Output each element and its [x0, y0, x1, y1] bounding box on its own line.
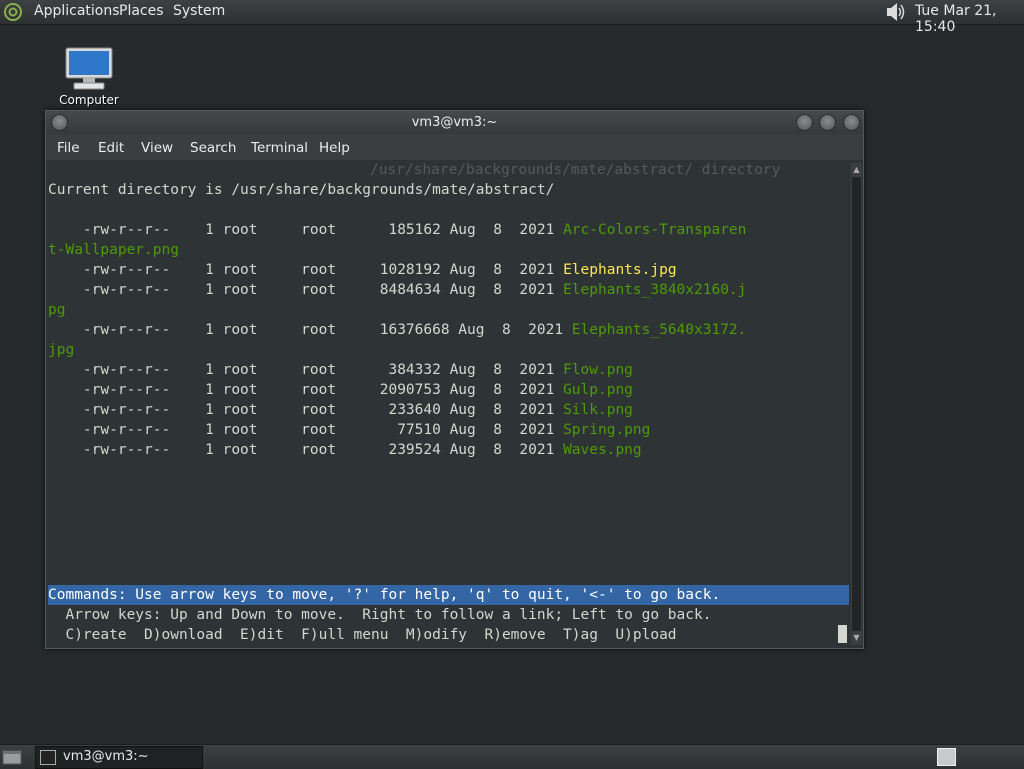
computer-label: Computer	[59, 93, 119, 107]
clock[interactable]: Tue Mar 21, 15:40	[915, 3, 1024, 35]
file-name-wrap[interactable]: pg	[48, 300, 65, 320]
menu-terminal[interactable]: Terminal	[251, 140, 308, 156]
file-name[interactable]: Spring.png	[563, 422, 650, 438]
minimize-button[interactable]	[796, 114, 813, 131]
computer-icon	[65, 47, 113, 90]
file-name[interactable]: Gulp.png	[563, 382, 633, 398]
file-attributes: -rw-r--r-- 1 root root 16376668 Aug 8 20…	[48, 322, 572, 338]
file-row[interactable]: -rw-r--r-- 1 root root 8484634 Aug 8 202…	[48, 280, 746, 300]
file-name-wrap[interactable]: t-Wallpaper.png	[48, 240, 179, 260]
menu-help[interactable]: Help	[319, 140, 350, 156]
file-name[interactable]: Waves.png	[563, 442, 642, 458]
menu-search[interactable]: Search	[190, 140, 236, 156]
file-name[interactable]: Elephants.jpg	[563, 262, 677, 278]
menu-system[interactable]: System	[173, 3, 225, 19]
current-directory-line: Current directory is /usr/share/backgrou…	[48, 182, 555, 198]
desktop-computer-icon[interactable]: Computer	[56, 46, 122, 110]
mate-logo-icon[interactable]	[4, 3, 22, 21]
show-desktop-icon[interactable]	[2, 748, 22, 766]
file-row[interactable]: -rw-r--r-- 1 root root 239524 Aug 8 2021…	[48, 440, 642, 460]
file-name[interactable]: Flow.png	[563, 362, 633, 378]
file-row[interactable]: -rw-r--r-- 1 root root 1028192 Aug 8 202…	[48, 260, 677, 280]
workspace-switcher[interactable]	[937, 748, 956, 766]
file-row[interactable]: -rw-r--r-- 1 root root 384332 Aug 8 2021…	[48, 360, 633, 380]
file-row[interactable]: -rw-r--r-- 1 root root 16376668 Aug 8 20…	[48, 320, 747, 340]
window-titlebar[interactable]: vm3@vm3:~	[46, 111, 863, 134]
file-attributes: -rw-r--r-- 1 root root 2090753 Aug 8 202…	[48, 382, 564, 398]
commands-bar: Commands: Use arrow keys to move, '?' fo…	[48, 585, 849, 605]
menu-edit[interactable]: Edit	[98, 140, 124, 156]
taskbar-terminal-button[interactable]: vm3@vm3:~	[35, 746, 203, 769]
file-name[interactable]: Elephants_3840x2160.j	[563, 282, 746, 298]
volume-icon[interactable]	[884, 2, 906, 22]
bottom-panel: vm3@vm3:~	[0, 744, 1024, 769]
file-attributes: -rw-r--r-- 1 root root 233640 Aug 8 2021	[48, 402, 564, 418]
file-row[interactable]: -rw-r--r-- 1 root root 2090753 Aug 8 202…	[48, 380, 633, 400]
menubar: File Edit View Search Terminal Help	[46, 134, 863, 160]
terminal-cursor	[838, 625, 847, 643]
window-title: vm3@vm3:~	[411, 115, 498, 130]
scroll-up-icon[interactable]: ▲	[851, 164, 862, 176]
file-row[interactable]: -rw-r--r-- 1 root root 185162 Aug 8 2021…	[48, 220, 746, 240]
ghost-line: /usr/share/backgrounds/mate/abstract/ di…	[370, 163, 781, 178]
menu-file[interactable]: File	[57, 140, 80, 156]
file-name[interactable]: Silk.png	[563, 402, 633, 418]
file-attributes: -rw-r--r-- 1 root root 1028192 Aug 8 202…	[48, 262, 564, 278]
file-row[interactable]: -rw-r--r-- 1 root root 77510 Aug 8 2021 …	[48, 420, 650, 440]
file-name-wrap[interactable]: jpg	[48, 340, 74, 360]
terminal-icon	[40, 750, 56, 765]
taskbar-label: vm3@vm3:~	[63, 749, 149, 764]
terminal-window[interactable]: vm3@vm3:~ File Edit View Search Terminal…	[45, 110, 864, 649]
arrow-keys-help: Arrow keys: Up and Down to move. Right t…	[48, 607, 712, 623]
file-attributes: -rw-r--r-- 1 root root 8484634 Aug 8 202…	[48, 282, 564, 298]
file-attributes: -rw-r--r-- 1 root root 384332 Aug 8 2021	[48, 362, 564, 378]
file-row[interactable]: -rw-r--r-- 1 root root 233640 Aug 8 2021…	[48, 400, 633, 420]
menu-view[interactable]: View	[141, 140, 173, 156]
file-attributes: -rw-r--r-- 1 root root 239524 Aug 8 2021	[48, 442, 564, 458]
file-name[interactable]: Arc-Colors-Transparen	[563, 222, 746, 238]
terminal-area[interactable]: /usr/share/backgrounds/mate/abstract/ di…	[48, 163, 849, 645]
scrollbar-thumb[interactable]	[852, 177, 861, 631]
top-panel: Applications Places System Tue Mar 21, 1…	[0, 0, 1024, 35]
options-line: C)reate D)ownload E)dit F)ull menu M)odi…	[48, 627, 677, 643]
file-name[interactable]: Elephants_5640x3172.	[572, 322, 747, 338]
terminal-scrollbar[interactable]: ▲ ▼	[851, 163, 862, 645]
maximize-button[interactable]	[819, 114, 836, 131]
file-attributes: -rw-r--r-- 1 root root 185162 Aug 8 2021	[48, 222, 564, 238]
menu-places[interactable]: Places	[119, 3, 164, 19]
file-attributes: -rw-r--r-- 1 root root 77510 Aug 8 2021	[48, 422, 564, 438]
scroll-down-icon[interactable]: ▼	[851, 632, 862, 644]
menu-applications[interactable]: Applications	[34, 3, 120, 19]
close-button[interactable]	[843, 114, 860, 131]
